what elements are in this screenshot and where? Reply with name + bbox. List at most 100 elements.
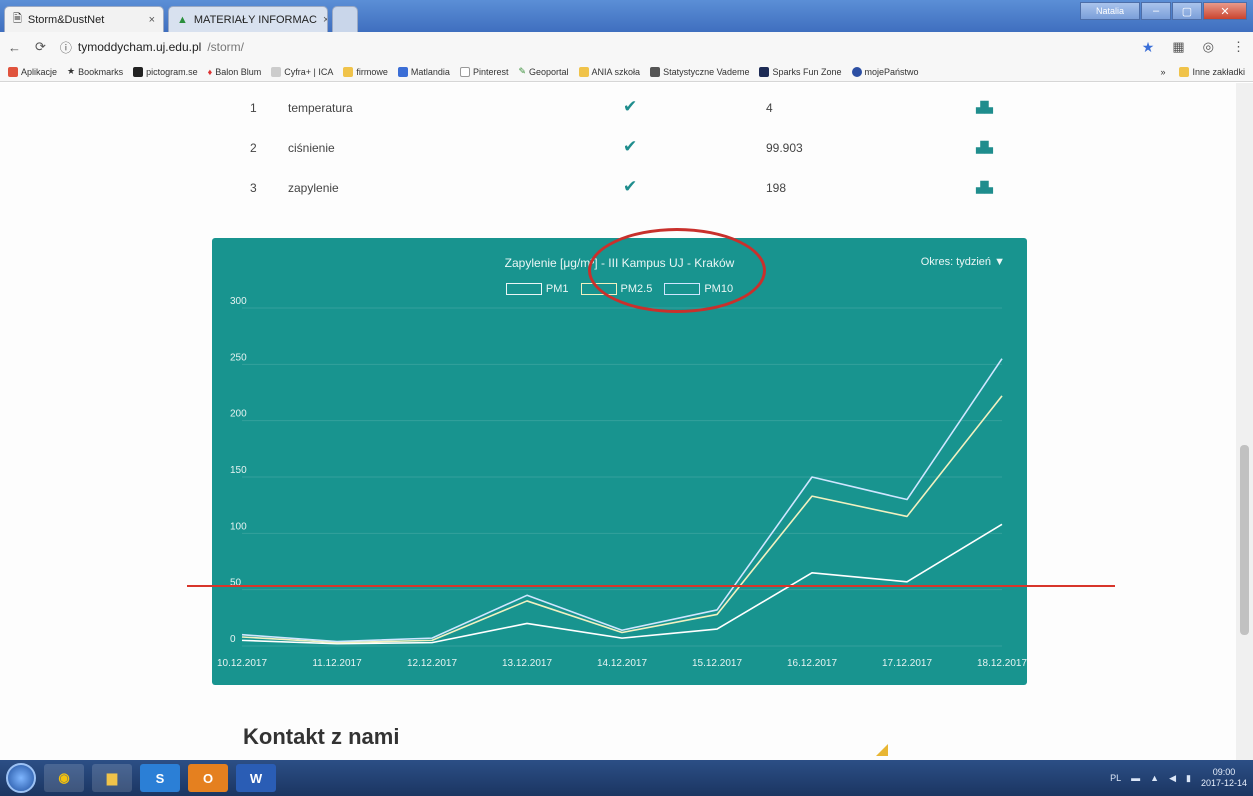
page-scrollbar[interactable] xyxy=(1236,83,1253,760)
dust-line-chart: 0 50 100 150 200 250 300 10.12.2017 11.12.2017 12… xyxy=(217,296,1027,669)
star-icon: ★ xyxy=(67,66,76,76)
page-icon xyxy=(459,66,470,77)
user-badge[interactable]: Natalia xyxy=(1080,2,1140,20)
volume-icon[interactable]: ◀ xyxy=(1169,773,1176,784)
taskbar-explorer[interactable]: ▆ xyxy=(92,764,132,792)
taskbar-chrome[interactable]: ◉ xyxy=(44,764,84,792)
page-icon xyxy=(271,66,282,77)
geoportal-icon: ✎ xyxy=(518,66,527,76)
bookmark-firmowe[interactable]: firmowe xyxy=(343,66,388,77)
address-bar: ← ⟳ ⓘ tymoddycham.uj.edu.pl/storm/ ★ ▦ ◎… xyxy=(0,32,1253,62)
sensor-row: 1 temperatura ✔ 4 ▟▙ xyxy=(0,89,1236,129)
maximize-button[interactable]: ▢ xyxy=(1172,2,1202,20)
network-icon[interactable]: ▮ xyxy=(1186,773,1191,784)
contact-heading: Kontakt z nami xyxy=(243,724,400,749)
drive-icon: ▲ xyxy=(177,13,188,26)
sensor-value: 4 xyxy=(766,101,773,115)
legend-item-pm1[interactable]: PM1 xyxy=(505,283,569,295)
bookmark-statystyczne[interactable]: Statystyczne Vademe xyxy=(650,66,749,77)
taskbar-word[interactable]: W xyxy=(236,764,276,792)
bookmark-pinterest[interactable]: Pinterest xyxy=(459,66,508,77)
area-chart-icon[interactable]: ▟▙ xyxy=(976,181,993,194)
close-tab-icon[interactable]: × xyxy=(149,14,155,26)
bookmark-star-icon[interactable]: ★ xyxy=(1142,39,1155,56)
y-tick-label: 100 xyxy=(230,521,247,532)
windows-taskbar: ◉ ▆ S O W PL ▬ ▲ ◀ ▮ 09:00 2017-12-14 xyxy=(0,760,1253,796)
tab-label: MATERIAŁY INFORMAC xyxy=(193,13,317,26)
bookmark-balon-blum[interactable]: ♦ Balon Blum xyxy=(208,67,262,77)
sensor-name: ciśnienie xyxy=(288,141,335,155)
chrome-icon: ◉ xyxy=(58,770,70,785)
x-tick-label: 15.12.2017 xyxy=(692,658,742,669)
area-chart-icon[interactable]: ▟▙ xyxy=(976,101,993,114)
close-window-button[interactable]: ✕ xyxy=(1203,2,1247,20)
clock-time: 09:00 xyxy=(1212,767,1236,777)
reload-icon[interactable]: ⟳ xyxy=(35,39,46,55)
x-tick-label: 17.12.2017 xyxy=(882,658,932,669)
more-bookmarks-button[interactable]: » xyxy=(1160,67,1165,77)
bookmark-ania-szkola[interactable]: ANIA szkoła xyxy=(578,66,640,77)
x-tick-label: 16.12.2017 xyxy=(787,658,837,669)
sensor-name: zapylenie xyxy=(288,181,339,195)
limit-line-annotation xyxy=(187,585,1115,587)
legend-label: PM1 xyxy=(545,283,569,295)
y-tick-label: 0 xyxy=(230,634,236,645)
folder-icon xyxy=(578,66,589,77)
y-tick-label: 300 xyxy=(230,296,247,307)
tab-materialy[interactable]: ▲ MATERIAŁY INFORMAC × xyxy=(168,6,328,32)
bookmark-cyfra[interactable]: Cyfra+ | ICA xyxy=(271,66,333,77)
taskbar-outlook[interactable]: O xyxy=(188,764,228,792)
bookmark-mojepanstwo[interactable]: mojePaństwo xyxy=(851,66,919,77)
bookmark-bookmarks[interactable]: ★ Bookmarks xyxy=(67,66,123,77)
tab-label: Storm&DustNet xyxy=(27,13,105,26)
tab-storm-dustnet[interactable]: 🗎 Storm&DustNet × xyxy=(4,6,164,32)
period-label: Okres: tydzień xyxy=(920,256,992,268)
x-tick-label: 14.12.2017 xyxy=(597,658,647,669)
period-dropdown[interactable]: Okres: tydzień ▼ xyxy=(921,256,1005,268)
sensor-name: temperatura xyxy=(288,101,353,115)
word-icon: W xyxy=(249,770,263,786)
caret-down-icon: ▼ xyxy=(994,256,1005,268)
bookmark-matlandia[interactable]: Matlandia xyxy=(397,66,450,77)
url-field[interactable]: ⓘ tymoddycham.uj.edu.pl/storm/ xyxy=(60,39,244,56)
sensor-row: 2 ciśnienie ✔ 99.903 ▟▙ xyxy=(0,129,1236,169)
bookmark-other[interactable]: Inne zakładki xyxy=(1179,66,1245,77)
y-tick-label: 200 xyxy=(230,409,247,420)
mojepanstwo-icon xyxy=(851,66,862,77)
page-content: 1 temperatura ✔ 4 ▟▙ 2 ciśnienie ✔ 99.90… xyxy=(0,83,1236,760)
sensor-number: 2 xyxy=(250,141,257,155)
y-tick-label: 250 xyxy=(230,352,247,363)
profile-icon[interactable]: ◎ xyxy=(1203,39,1214,55)
clock-date: 2017-12-14 xyxy=(1200,778,1247,788)
extension-icon[interactable]: ▦ xyxy=(1172,39,1184,55)
menu-dots-icon[interactable]: ⋮ xyxy=(1232,39,1245,55)
matlandia-icon xyxy=(397,66,408,77)
start-button[interactable] xyxy=(6,763,36,793)
taskbar-skype[interactable]: S xyxy=(140,764,180,792)
language-icon[interactable]: PL xyxy=(1110,773,1121,783)
x-tick-label: 11.12.2017 xyxy=(312,658,362,669)
pictogram-icon xyxy=(133,66,144,77)
bookmark-geoportal[interactable]: ✎ Geoportal xyxy=(518,66,568,77)
highlight-ellipse-annotation xyxy=(588,228,766,313)
x-tick-label: 18.12.2017 xyxy=(977,658,1027,669)
bookmark-apps[interactable]: Aplikacje xyxy=(8,66,57,77)
y-tick-label: 50 xyxy=(230,578,242,589)
folder-icon xyxy=(343,66,354,77)
minimize-button[interactable]: – xyxy=(1141,2,1171,20)
series-line-pm10 xyxy=(241,358,1003,643)
bookmark-pictogram[interactable]: pictogram.se xyxy=(133,66,198,77)
new-tab-button[interactable] xyxy=(332,6,358,32)
close-tab-icon[interactable]: × xyxy=(323,14,327,26)
sensor-number: 3 xyxy=(250,181,257,195)
check-icon: ✔ xyxy=(623,177,638,196)
area-chart-icon[interactable]: ▟▙ xyxy=(976,141,993,154)
check-icon: ✔ xyxy=(623,137,638,156)
system-clock[interactable]: 09:00 2017-12-14 xyxy=(1201,767,1247,789)
back-icon[interactable]: ← xyxy=(8,40,21,55)
bookmarks-bar: Aplikacje ★ Bookmarks pictogram.se ♦ Balon… xyxy=(0,62,1253,82)
scrollbar-thumb[interactable] xyxy=(1240,445,1249,635)
arrow-up-icon[interactable]: ▲ xyxy=(1150,773,1159,783)
keyboard-icon[interactable]: ▬ xyxy=(1131,773,1140,783)
bookmark-sparks[interactable]: Sparks Fun Zone xyxy=(759,66,842,77)
